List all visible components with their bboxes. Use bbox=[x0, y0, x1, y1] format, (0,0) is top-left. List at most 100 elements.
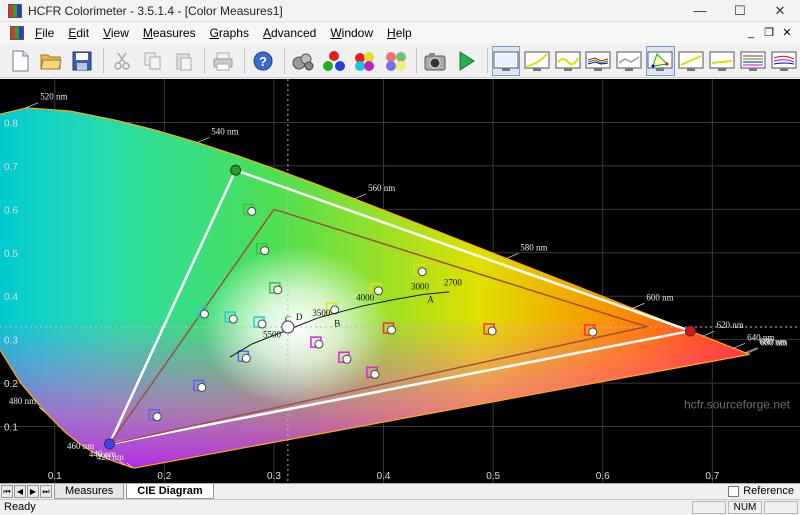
menu-graphs[interactable]: Graphs bbox=[203, 23, 256, 43]
save-button[interactable] bbox=[68, 46, 97, 76]
x-tick-label: 0.4 bbox=[377, 471, 391, 482]
tab-first-button[interactable]: ⏮ bbox=[1, 485, 13, 498]
new-button[interactable] bbox=[6, 46, 35, 76]
reference-checkbox[interactable] bbox=[728, 485, 740, 497]
sensor-icon bbox=[292, 53, 314, 70]
cie-diagram-button[interactable] bbox=[645, 45, 675, 76]
measured-saturation-point bbox=[417, 267, 427, 277]
sat-shift-graph-icon bbox=[771, 51, 797, 71]
tab-prev-button[interactable]: ◀ bbox=[14, 485, 26, 498]
luminance-graph-icon bbox=[555, 51, 581, 71]
play-button[interactable] bbox=[452, 46, 481, 76]
near-white-graph-button[interactable] bbox=[707, 46, 736, 76]
menu-help[interactable]: Help bbox=[380, 23, 419, 43]
play-icon bbox=[459, 50, 476, 71]
color-measure-icon bbox=[354, 51, 374, 71]
y-tick-label: 0.3 bbox=[4, 336, 18, 347]
x-tick-label: 0.7 bbox=[705, 471, 719, 482]
menu-edit[interactable]: Edit bbox=[61, 23, 96, 43]
reference-toggle[interactable]: Reference bbox=[728, 485, 794, 497]
status-text: Ready bbox=[4, 501, 36, 513]
tab-measures[interactable]: Measures bbox=[54, 484, 125, 499]
measured-saturation-point bbox=[373, 286, 383, 296]
menu-bar: File Edit View Measures Graphs Advanced … bbox=[0, 23, 800, 43]
tab-cie-diagram[interactable]: CIE Diagram bbox=[126, 484, 214, 499]
wavelength-leader bbox=[733, 343, 746, 349]
document-icon[interactable] bbox=[10, 26, 24, 40]
measured-saturation-point bbox=[199, 309, 209, 319]
menu-advanced[interactable]: Advanced bbox=[256, 23, 323, 43]
open-icon bbox=[40, 54, 62, 69]
rgb-levels-graph-button[interactable] bbox=[584, 46, 613, 76]
blue-primary-point bbox=[104, 438, 116, 450]
mdi-restore-button[interactable]: ❐ bbox=[760, 23, 778, 43]
wavelength-leader bbox=[506, 253, 519, 259]
cut-button[interactable] bbox=[107, 46, 136, 76]
monitor-view-icon bbox=[493, 51, 519, 71]
copy-button[interactable] bbox=[138, 46, 167, 76]
camera-button[interactable] bbox=[421, 46, 450, 76]
measured-saturation-point bbox=[387, 325, 397, 335]
planckian-label: 5500 bbox=[263, 329, 282, 339]
wavelength-leader bbox=[632, 303, 645, 309]
luminance-graph-button[interactable] bbox=[553, 46, 582, 76]
color-measure-button[interactable] bbox=[350, 46, 379, 76]
planckian-label: 3000 bbox=[411, 282, 430, 292]
watermark: hcfr.sourceforge.net bbox=[684, 398, 791, 412]
measured-saturation-point bbox=[247, 206, 257, 216]
measured-saturation-point bbox=[487, 326, 497, 336]
menu-window[interactable]: Window bbox=[323, 23, 380, 43]
help-button[interactable]: ? bbox=[249, 46, 278, 76]
saturation-measure-button[interactable] bbox=[381, 46, 410, 76]
close-button[interactable]: ✕ bbox=[760, 0, 800, 22]
sat-shift-graph-button[interactable] bbox=[769, 46, 798, 76]
tab-last-button[interactable]: ⏭ bbox=[40, 485, 52, 498]
near-black-graph-button[interactable] bbox=[677, 46, 706, 76]
menu-measures[interactable]: Measures bbox=[136, 23, 203, 43]
y-tick-label: 0.6 bbox=[4, 205, 18, 216]
y-tick-label: 0.2 bbox=[4, 379, 18, 390]
wavelength-label: 600 nm bbox=[646, 292, 673, 302]
mdi-close-button[interactable]: ✕ bbox=[778, 23, 796, 43]
saturation-graph-button[interactable] bbox=[738, 46, 767, 76]
minimize-button[interactable]: — bbox=[680, 0, 720, 22]
mdi-minimize-button[interactable]: _ bbox=[742, 23, 760, 43]
paste-button[interactable] bbox=[169, 46, 198, 76]
y-tick-label: 0.4 bbox=[4, 292, 18, 303]
x-tick-label: 0.3 bbox=[267, 471, 281, 482]
print-button[interactable] bbox=[209, 46, 238, 76]
wavelength-leader bbox=[197, 137, 210, 143]
x-tick-label: 0.1 bbox=[48, 471, 62, 482]
menu-file[interactable]: File bbox=[28, 23, 61, 43]
monitor-view-button[interactable] bbox=[491, 45, 521, 76]
wavelength-label: 480 nm bbox=[9, 396, 36, 406]
rgb-levels-graph-icon bbox=[585, 51, 611, 71]
cie-diagram[interactable]: 0.1 0.2 0.3 0.4 0.5 0.6 0.7 0.1 0.2 0.3 0.4 0.5 0.6 0… bbox=[0, 79, 800, 483]
planckian-label: D bbox=[296, 312, 303, 322]
menu-view[interactable]: View bbox=[96, 23, 136, 43]
save-icon bbox=[72, 51, 92, 70]
wavelength-label: 580 nm bbox=[520, 242, 547, 252]
status-bar: Ready NUM bbox=[0, 499, 800, 515]
x-tick-label: 0.6 bbox=[596, 471, 610, 482]
measured-saturation-point bbox=[314, 339, 324, 349]
y-tick-label: 0.1 bbox=[4, 423, 18, 434]
rgb-measure-button[interactable] bbox=[319, 46, 348, 76]
maximize-button[interactable]: ☐ bbox=[720, 0, 760, 22]
open-button[interactable] bbox=[37, 46, 66, 76]
wavelength-label: 420 nm bbox=[97, 452, 124, 462]
gamma-graph-button[interactable] bbox=[522, 46, 551, 76]
wavelength-label: 520 nm bbox=[40, 92, 67, 102]
planckian-label: 4000 bbox=[356, 293, 375, 303]
wavelength-leader bbox=[746, 348, 759, 354]
y-tick-label: 0.5 bbox=[4, 249, 18, 260]
wavelength-label: 560 nm bbox=[368, 183, 395, 193]
planckian-label: A bbox=[427, 295, 434, 305]
sensor-button[interactable] bbox=[289, 46, 318, 76]
color-temp-graph-icon bbox=[616, 51, 642, 71]
cie-chart-area[interactable]: 0.1 0.2 0.3 0.4 0.5 0.6 0.7 0.1 0.2 0.3 0.4 0.5 0.6 0… bbox=[0, 79, 800, 483]
svg-text:?: ? bbox=[259, 54, 267, 69]
color-temp-graph-button[interactable] bbox=[615, 46, 644, 76]
tab-next-button[interactable]: ▶ bbox=[27, 485, 39, 498]
toolbar-separator bbox=[415, 47, 417, 74]
